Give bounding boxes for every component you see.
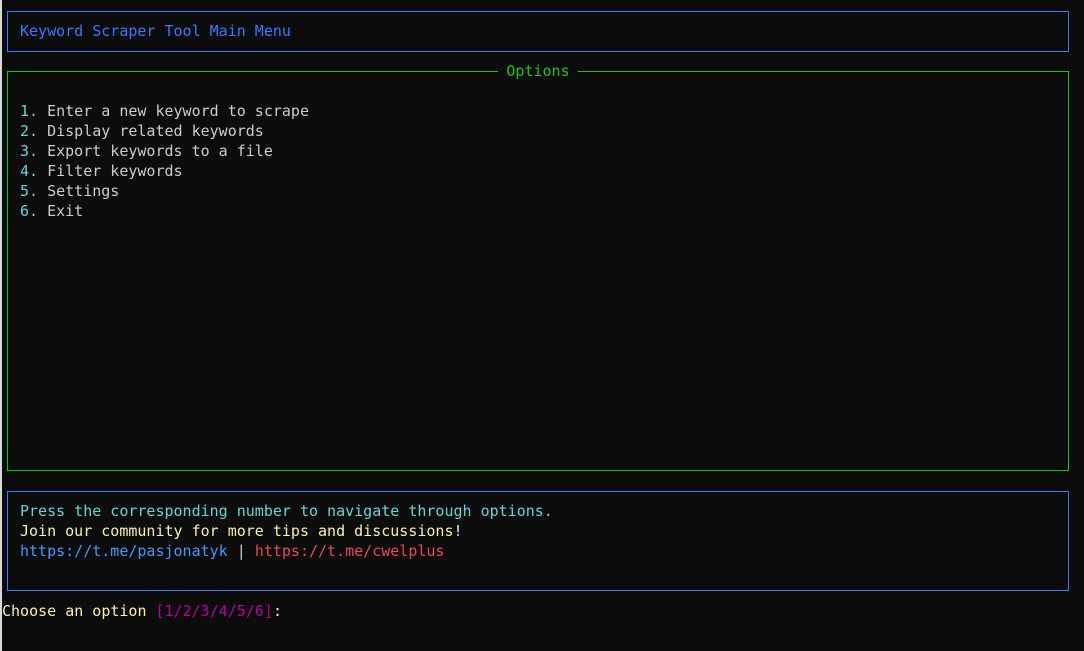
prompt-choices: [1/2/3/4/5/6] (155, 602, 273, 620)
option-prompt: Choose an option [1/2/3/4/5/6]: (2, 601, 491, 621)
menu-item-label: Export keywords to a file (47, 142, 273, 160)
options-panel-title-wrapper: Options (8, 61, 1068, 81)
links-line: https://t.me/pasjonatyk | https://t.me/c… (20, 541, 553, 561)
menu-item-settings[interactable]: 5. Settings (20, 181, 309, 201)
menu-item-number: 3. (20, 142, 39, 160)
menu-item-number: 5. (20, 182, 39, 200)
app-title: Keyword Scraper Tool Main Menu (20, 22, 291, 40)
link-pasjonatyk[interactable]: https://t.me/pasjonatyk (20, 542, 228, 560)
menu-item-exit[interactable]: 6. Exit (20, 201, 309, 221)
menu-item-number: 4. (20, 162, 39, 180)
options-panel: Options 1. Enter a new keyword to scrape… (7, 62, 1069, 471)
menu-item-label: Settings (47, 182, 120, 200)
menu-item-number: 1. (20, 102, 39, 120)
link-separator: | (236, 542, 246, 560)
menu-item-filter[interactable]: 4. Filter keywords (20, 161, 309, 181)
options-menu: 1. Enter a new keyword to scrape 2. Disp… (20, 101, 309, 221)
options-panel-title: Options (498, 62, 578, 80)
menu-item-display-related[interactable]: 2. Display related keywords (20, 121, 309, 141)
window-left-edge (0, 0, 2, 651)
option-input[interactable] (291, 601, 491, 619)
menu-item-label: Filter keywords (47, 162, 183, 180)
prompt-colon: : (272, 602, 282, 620)
info-panel: Press the corresponding number to naviga… (7, 491, 1069, 591)
instruction-text: Press the corresponding number to naviga… (20, 502, 553, 520)
community-text: Join our community for more tips and dis… (20, 522, 463, 540)
title-panel: Keyword Scraper Tool Main Menu (7, 11, 1069, 52)
prompt-label: Choose an option (2, 602, 156, 620)
menu-item-label: Exit (47, 202, 84, 220)
menu-item-enter-keyword[interactable]: 1. Enter a new keyword to scrape (20, 101, 309, 121)
info-lines: Press the corresponding number to naviga… (20, 501, 553, 561)
link-cwelplus[interactable]: https://t.me/cwelplus (255, 542, 445, 560)
menu-item-export[interactable]: 3. Export keywords to a file (20, 141, 309, 161)
menu-item-number: 2. (20, 122, 39, 140)
menu-item-label: Display related keywords (47, 122, 264, 140)
menu-item-number: 6. (20, 202, 39, 220)
menu-item-label: Enter a new keyword to scrape (47, 102, 309, 120)
